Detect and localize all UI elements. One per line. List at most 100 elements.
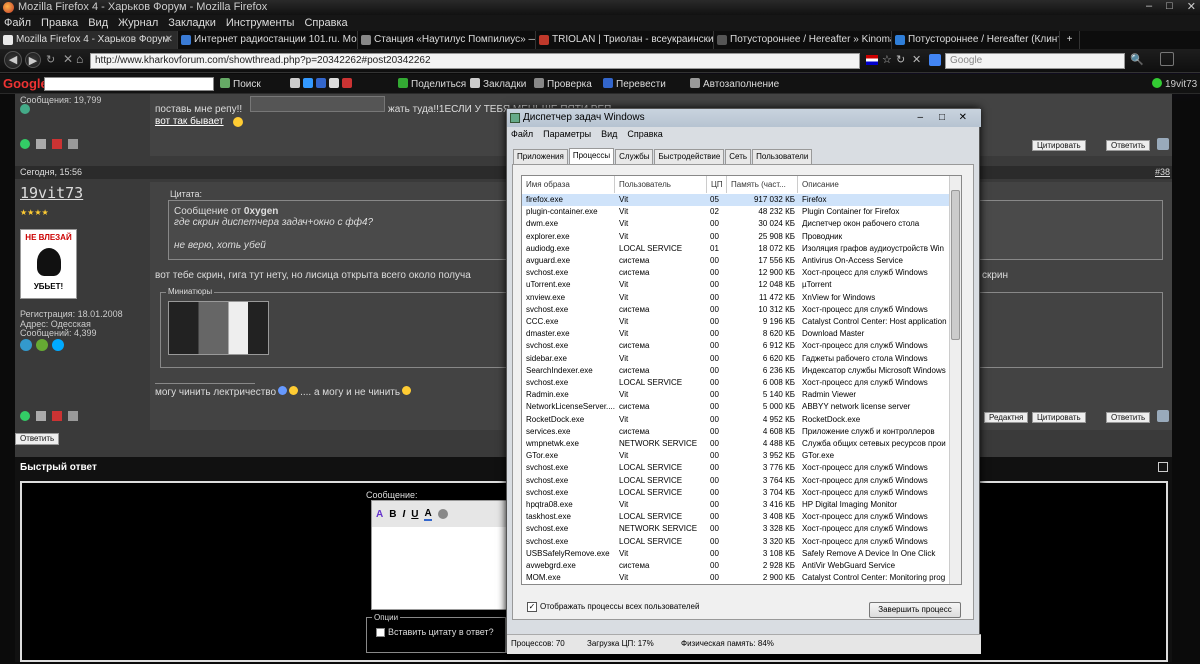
process-row[interactable]: svchost.exe система 00 12 900 КБ Хост-процес… [522, 267, 950, 279]
process-row[interactable]: services.exe система 00 4 608 КБ Приложение … [522, 426, 950, 438]
info-icon[interactable] [68, 139, 78, 149]
reply-button[interactable]: Ответить [1106, 412, 1151, 423]
multiquote-icon[interactable] [1157, 138, 1169, 150]
process-row[interactable]: GTor.exe Vit 00 3 952 КБ GTor.exe [522, 450, 950, 462]
rate-icon[interactable] [36, 139, 46, 149]
translate-button[interactable]: Перевести [603, 78, 666, 90]
scrollbar-thumb[interactable] [951, 190, 960, 340]
menu-edit[interactable]: Правка [41, 15, 78, 31]
google-search-button[interactable]: Поиск [220, 78, 261, 90]
col-memory[interactable]: Память (част... [727, 176, 798, 193]
forward-button[interactable]: ▶ [25, 52, 41, 68]
edit-button[interactable]: Редактня [984, 412, 1029, 423]
contact-icon[interactable] [36, 339, 48, 351]
tm-close-button[interactable]: ✕ [959, 109, 967, 127]
col-cpu[interactable]: ЦП [707, 176, 727, 193]
rate-icon[interactable] [36, 411, 46, 421]
report-icon[interactable] [52, 139, 62, 149]
stop-icon[interactable]: ✕ [912, 53, 921, 66]
close-button[interactable]: ✕ [1187, 0, 1196, 14]
tab-applications[interactable]: Приложения [513, 149, 568, 164]
process-list[interactable]: Имя образа Пользователь ЦП Память (част.… [521, 175, 962, 585]
quote-button[interactable]: Цитировать [1032, 140, 1086, 151]
smiley-picker-icon[interactable] [437, 509, 448, 519]
tm-menu-view[interactable]: Вид [601, 129, 617, 139]
refresh-icon[interactable]: ↻ [896, 53, 905, 66]
back-button[interactable]: ◀ [4, 51, 22, 69]
end-process-button[interactable]: Завершить процесс [869, 602, 961, 618]
bookmark-star-icon[interactable]: ☆ [882, 53, 892, 66]
process-row[interactable]: NetworkLicenseServer.... система 00 5 000 К… [522, 401, 950, 413]
bold-button[interactable]: B [389, 509, 396, 520]
toolbar-icons[interactable] [290, 78, 355, 90]
process-row[interactable]: CCC.exe Vit 00 9 196 КБ Catalyst Control Cen… [522, 316, 950, 328]
col-image-name[interactable]: Имя образа [522, 176, 615, 193]
tab-101ru[interactable]: Интернет радиостанции 101.ru. Мо... [178, 31, 358, 49]
tab-close-icon[interactable]: ✕ [165, 31, 173, 49]
process-row[interactable]: avguard.exe система 00 17 556 КБ Antivirus O… [522, 255, 950, 267]
font-icon[interactable]: A [376, 509, 383, 520]
tab-kharkovforum[interactable]: Mozilla Firefox 4 - Харьков Форум ✕ [0, 31, 178, 49]
process-row[interactable]: svchost.exe LOCAL SERVICE 00 3 704 КБ Хост-п… [522, 487, 950, 499]
process-row[interactable]: svchost.exe LOCAL SERVICE 00 3 764 КБ Хост-п… [522, 475, 950, 487]
tm-minimize-button[interactable]: – [917, 109, 923, 127]
info-icon[interactable] [68, 411, 78, 421]
process-list-scrollbar[interactable] [949, 176, 961, 584]
text-color-button[interactable]: A [424, 508, 432, 521]
process-row[interactable]: dmaster.exe Vit 00 8 620 КБ Download Master [522, 328, 950, 340]
spellcheck-button[interactable]: Проверка [534, 78, 592, 90]
search-go-icon[interactable]: 🔍 [1130, 53, 1144, 66]
tm-menu-help[interactable]: Справка [627, 129, 662, 139]
process-row[interactable]: hpqtra08.exe Vit 00 3 416 КБ HP Digital Imag… [522, 499, 950, 511]
post-author[interactable]: 19vit73 [20, 184, 83, 202]
process-row[interactable]: taskhost.exe LOCAL SERVICE 00 3 408 КБ Хост-… [522, 511, 950, 523]
col-user[interactable]: Пользователь [615, 176, 707, 193]
reply-button[interactable]: Ответить [1106, 140, 1151, 151]
post-number[interactable]: #38 [1155, 167, 1170, 177]
share-button[interactable]: Поделиться [398, 78, 466, 90]
process-row[interactable]: MOM.exe Vit 00 2 900 КБ Catalyst Control Cen… [522, 572, 950, 584]
tm-menu-file[interactable]: Файл [511, 129, 533, 139]
menu-view[interactable]: Вид [88, 15, 108, 31]
process-row[interactable]: SearchIndexer.exe система 00 6 236 КБ Индекс… [522, 365, 950, 377]
maximize-button[interactable]: □ [1166, 0, 1173, 14]
process-row[interactable]: explorer.exe Vit 00 25 908 КБ Проводник [522, 231, 950, 243]
minimize-button[interactable]: – [1146, 0, 1152, 14]
quote-checkbox[interactable] [376, 628, 385, 637]
url-bar[interactable]: http://www.kharkovforum.com/showthread.p… [90, 53, 860, 69]
report-icon[interactable] [52, 411, 62, 421]
tab-services[interactable]: Службы [615, 149, 654, 164]
process-row[interactable]: firefox.exe Vit 05 917 032 КБ Firefox [522, 194, 950, 207]
search-input[interactable]: Google [945, 53, 1125, 69]
autofill-button[interactable]: Автозаполнение [690, 78, 779, 90]
tab-nautilus[interactable]: Станция «Наутилус Помпилиус» —... [358, 31, 536, 49]
reload-icon[interactable]: ↻ [46, 53, 58, 67]
tab-processes[interactable]: Процессы [568, 148, 615, 164]
icq-icon[interactable] [20, 339, 32, 351]
home-icon[interactable]: ⌂ [76, 52, 83, 66]
menu-file[interactable]: Файл [4, 15, 31, 31]
process-row[interactable]: xnview.exe Vit 00 11 472 КБ XnView for Windo… [522, 292, 950, 304]
process-row[interactable]: svchost.exe LOCAL SERVICE 00 6 008 КБ Хост-п… [522, 377, 950, 389]
process-row[interactable]: svchost.exe LOCAL SERVICE 00 3 776 КБ Хост-п… [522, 462, 950, 474]
google-search-input[interactable] [44, 77, 214, 91]
process-row[interactable]: RocketDock.exe Vit 00 4 952 КБ RocketDock.ex… [522, 414, 950, 426]
menu-bookmarks[interactable]: Закладки [168, 15, 216, 31]
skype-icon[interactable] [52, 339, 64, 351]
tm-menu-options[interactable]: Параметры [543, 129, 591, 139]
process-row[interactable]: avwebgrd.exe система 00 2 928 КБ AntiVir Web… [522, 560, 950, 572]
process-row[interactable]: plugin-container.exe Vit 02 48 232 КБ Plugin… [522, 206, 950, 218]
quote-button[interactable]: Цитировать [1032, 412, 1086, 423]
process-row[interactable]: sidebar.exe Vit 00 6 620 КБ Гаджеты рабочего… [522, 353, 950, 365]
multiquote-icon[interactable] [1157, 410, 1169, 422]
menu-tools[interactable]: Инструменты [226, 15, 295, 31]
process-row[interactable]: svchost.exe система 00 6 912 КБ Хост-процесс… [522, 340, 950, 352]
tab-users[interactable]: Пользователи [752, 149, 813, 164]
tab-hereafter-clint[interactable]: Потустороннее / Hereafter (Клинт И... [892, 31, 1060, 49]
process-row[interactable]: wmpnetwk.exe NETWORK SERVICE 00 4 488 КБ Слу… [522, 438, 950, 450]
process-row[interactable]: svchost.exe NETWORK SERVICE 00 3 328 КБ Хост… [522, 523, 950, 535]
process-row[interactable]: uTorrent.exe Vit 00 12 048 КБ µTorrent [522, 279, 950, 291]
tab-hereafter-kinoman[interactable]: Потустороннее / Hereafter » Kinoma... [714, 31, 892, 49]
search-engine-icon[interactable] [929, 54, 941, 66]
italic-button[interactable]: I [402, 509, 405, 520]
